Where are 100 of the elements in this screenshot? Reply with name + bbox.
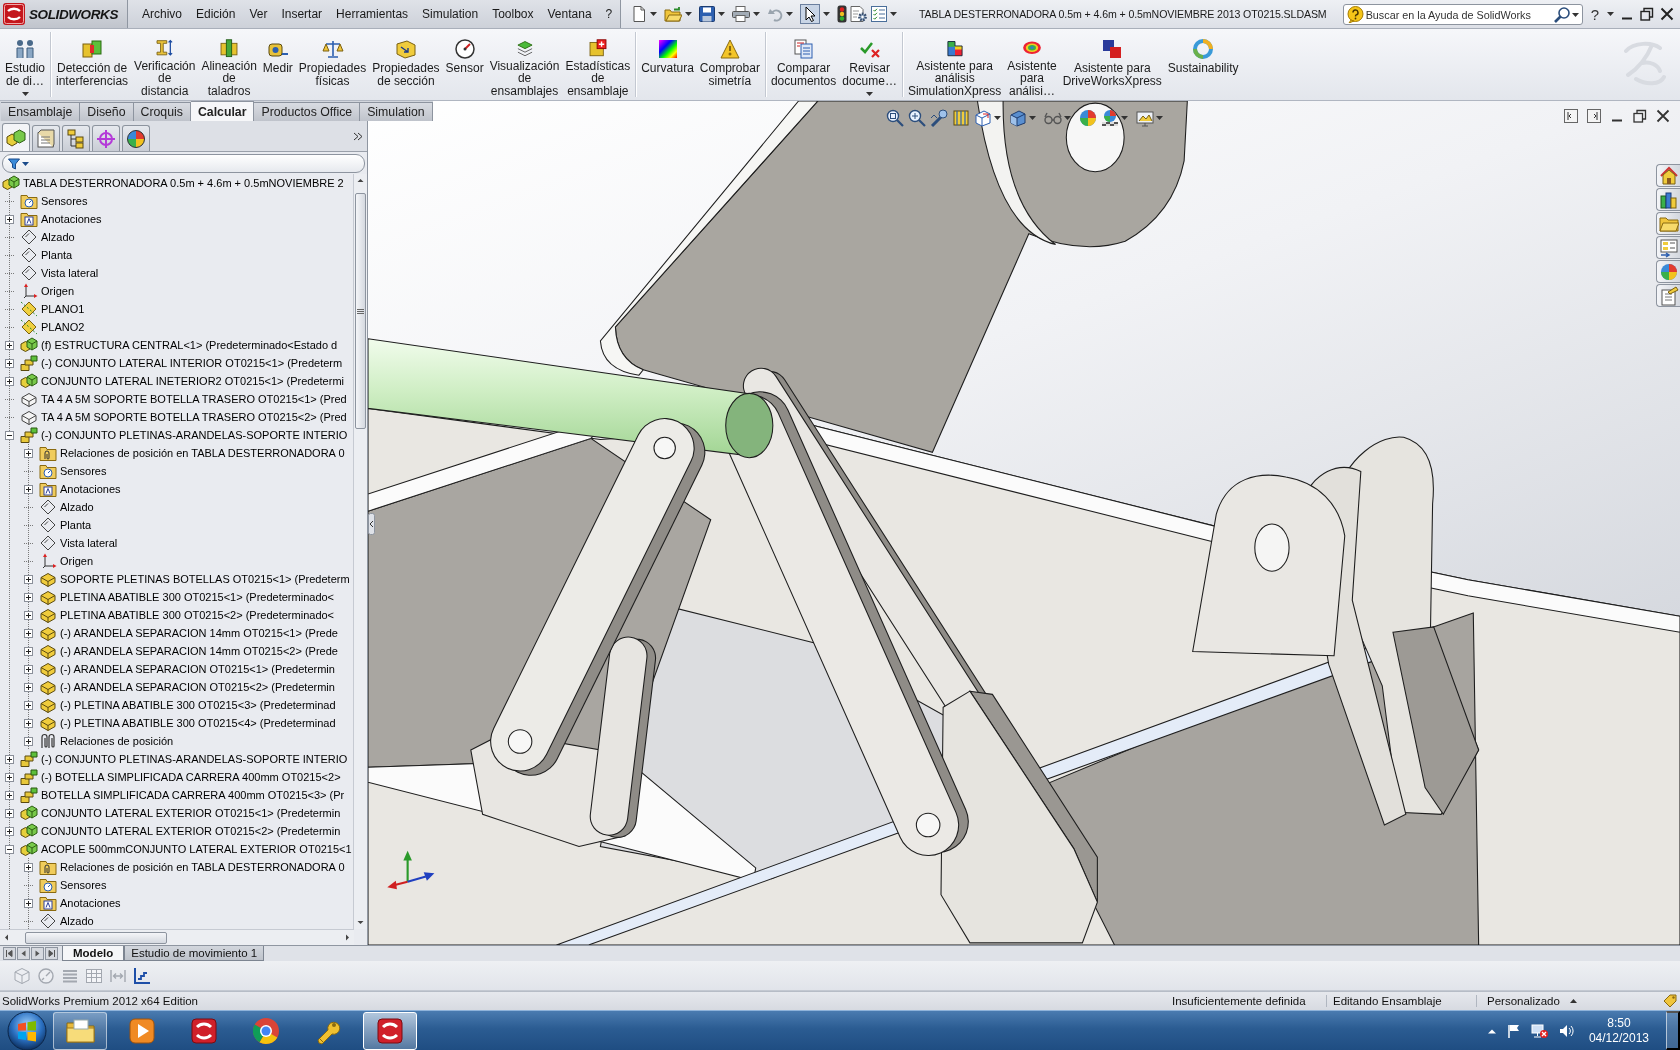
help-bubble-icon[interactable] <box>1346 6 1364 23</box>
units-selector[interactable]: Personalizado <box>1487 995 1560 1007</box>
cube-icon[interactable] <box>39 571 57 587</box>
checklist-icon[interactable] <box>871 6 887 22</box>
expander-icon[interactable] <box>24 664 33 674</box>
caret-icon[interactable] <box>685 12 692 16</box>
ribbon-command[interactable]: Comprobar simetría <box>696 32 763 97</box>
panel-tab[interactable] <box>62 125 90 151</box>
tree-item[interactable]: Planta <box>41 249 73 261</box>
diamond-icon[interactable] <box>20 301 38 317</box>
search-icon[interactable] <box>1553 6 1570 23</box>
expander-icon[interactable] <box>24 898 33 908</box>
menu-item[interactable]: Edición <box>189 5 243 23</box>
scene-sphere-icon[interactable] <box>1101 109 1119 127</box>
cube-icon[interactable] <box>39 679 57 695</box>
expander-icon[interactable] <box>24 736 33 746</box>
caret-up-icon[interactable] <box>1569 999 1577 1003</box>
menu-item[interactable]: Archivo <box>135 5 189 23</box>
color-sphere-icon[interactable] <box>1079 109 1097 127</box>
task-pane-tab[interactable] <box>1656 236 1680 259</box>
caret-icon[interactable] <box>753 12 760 16</box>
cube-icon[interactable] <box>39 643 57 659</box>
blocks-icon[interactable] <box>20 769 38 785</box>
tree-item[interactable]: (-) CONJUNTO PLETINAS-ARANDELAS-SOPORTE INTERIO <box>41 753 348 765</box>
help-button[interactable]: ? <box>1588 5 1601 23</box>
expander-icon[interactable] <box>24 610 33 620</box>
tree-item[interactable]: CONJUNTO LATERAL EXTERIOR OT0215<2> (Predetermin <box>41 825 341 837</box>
tree-item[interactable]: PLANO1 <box>41 303 85 315</box>
cubes-icon[interactable] <box>20 373 38 389</box>
expander-icon[interactable] <box>5 808 14 818</box>
tree-item[interactable]: Relaciones de posición en TABLA DESTERRONADORA 0 <box>60 447 345 459</box>
caret-icon[interactable] <box>1607 12 1614 16</box>
tree-item[interactable]: (-) BOTELLA SIMPLIFICADA CARRERA 400mm OT0215<2> <box>41 771 341 783</box>
cube-icon[interactable] <box>39 697 57 713</box>
caret-icon[interactable] <box>786 12 793 16</box>
view-cube-icon[interactable] <box>974 109 992 127</box>
plane-icon[interactable] <box>39 535 57 551</box>
plane-icon[interactable] <box>20 265 38 281</box>
tab[interactable]: Diseño <box>80 102 134 121</box>
cubes-icon[interactable] <box>20 841 38 857</box>
tree-item[interactable]: PLETINA ABATIBLE 300 OT0215<2> (Predeterminado< <box>60 609 335 621</box>
caret-icon[interactable] <box>22 161 29 166</box>
ribbon-command[interactable]: Medir <box>259 32 296 97</box>
folder-gauge-icon[interactable] <box>20 193 38 209</box>
tile-right-icon[interactable] <box>1587 109 1601 123</box>
tree-item[interactable]: (-) CONJUNTO LATERAL INTERIOR OT0215<1> (Predeterm <box>41 357 343 369</box>
expander-icon[interactable] <box>5 214 14 224</box>
tree-item[interactable]: (-) PLETINA ABATIBLE 300 OT0215<3> (Predeterminad <box>60 699 336 711</box>
tag-icon[interactable] <box>1663 994 1677 1008</box>
expander-icon[interactable] <box>5 826 14 836</box>
restore-icon[interactable] <box>1640 7 1654 21</box>
expander-icon[interactable] <box>24 592 33 602</box>
double-chevron-icon[interactable] <box>353 132 363 141</box>
ribbon-command[interactable]: Propiedades físicas <box>295 32 370 97</box>
menu-item[interactable]: ? <box>598 5 620 23</box>
ribbon-command[interactable]: Detección de interferencias <box>53 32 132 97</box>
tree-item[interactable]: Origen <box>41 285 75 297</box>
search-box[interactable]: Buscar en la Ayuda de SolidWorks <box>1342 4 1583 25</box>
folder-gauge-icon[interactable] <box>39 877 57 893</box>
expander-icon[interactable] <box>5 790 14 800</box>
ribbon-command[interactable]: Verificación de distancia <box>131 32 199 97</box>
caret-icon[interactable] <box>1029 116 1036 120</box>
tree-item[interactable]: CONJUNTO LATERAL EXTERIOR OT0215<1> (Predetermin <box>41 807 341 819</box>
tree-item[interactable]: Vista lateral <box>60 537 118 549</box>
ribbon-command[interactable]: Sustainability <box>1164 32 1242 97</box>
tab[interactable]: Calcular <box>190 101 255 121</box>
cubes-icon[interactable] <box>20 337 38 353</box>
menu-item[interactable]: Ver <box>242 5 275 23</box>
tree-item[interactable]: Alzado <box>60 501 94 513</box>
show-desktop-button[interactable] <box>1666 1011 1680 1050</box>
flag-icon[interactable] <box>1505 1022 1522 1039</box>
tree-item[interactable]: Origen <box>60 555 94 567</box>
tree-item[interactable]: TA 4 A 5M SOPORTE BOTELLA TRASERO OT0215<1> (Pred <box>41 393 347 405</box>
caret-icon[interactable] <box>823 12 830 16</box>
expander-icon[interactable] <box>24 448 33 458</box>
caret-icon[interactable] <box>890 12 897 16</box>
tree-item[interactable]: Alzado <box>60 915 94 927</box>
last-tab-icon[interactable] <box>45 947 58 960</box>
tree-item[interactable]: Sensores <box>60 879 107 891</box>
ribbon-command[interactable]: Visualización de ensamblajes <box>486 32 563 97</box>
ribbon-command[interactable]: Sensor <box>442 32 487 97</box>
tree-item[interactable]: PLANO2 <box>41 321 85 333</box>
ribbon-command[interactable]: Estadísticas de ensamblaje <box>562 32 634 97</box>
folder-clip-icon[interactable] <box>39 445 57 461</box>
caret-icon[interactable] <box>1156 116 1163 120</box>
expander-icon[interactable] <box>24 484 33 494</box>
tree-item[interactable]: PLETINA ABATIBLE 300 OT0215<1> (Predeterminado< <box>60 591 335 603</box>
scrollbar[interactable] <box>353 174 367 929</box>
scrollbar[interactable] <box>0 929 354 945</box>
expander-icon[interactable] <box>24 700 33 710</box>
ribbon-command[interactable]: Curvatura <box>638 32 697 97</box>
tab[interactable]: Productos Office <box>254 102 361 121</box>
tree-item[interactable]: Anotaciones <box>41 213 102 225</box>
tree-item[interactable]: (-) ARANDELA SEPARACION 14mm OT0215<2> (Prede <box>60 645 338 657</box>
blocks-icon[interactable] <box>20 427 38 443</box>
caret-icon[interactable] <box>994 116 1001 120</box>
diamond-icon[interactable] <box>20 319 38 335</box>
expander-icon[interactable] <box>5 844 14 854</box>
cube-icon[interactable] <box>39 589 57 605</box>
section-view-icon[interactable] <box>952 109 970 127</box>
